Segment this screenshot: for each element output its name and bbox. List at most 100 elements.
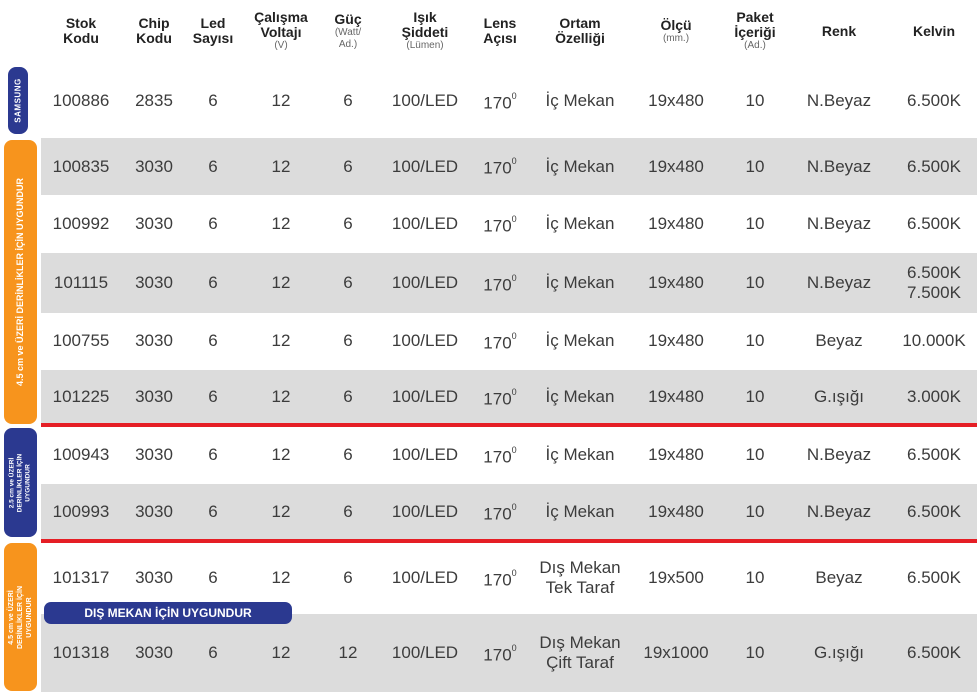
cell-color: N.Beyaz bbox=[806, 214, 872, 233]
cell-package-qty: 10 bbox=[745, 445, 765, 464]
cell-chip-code: 3030 bbox=[135, 156, 173, 176]
header-dimension: Ölçü (mm.) bbox=[630, 0, 722, 62]
cell-color: Beyaz bbox=[815, 331, 863, 350]
cell-power: 6 bbox=[343, 387, 353, 406]
table-row: 101318 3030 6 12 12 100/LED 1700 Dış Mekan Çift … bbox=[41, 614, 977, 692]
cell-package-qty: 10 bbox=[745, 214, 765, 233]
cell-package-qty: 10 bbox=[745, 387, 765, 406]
header-label: Ortam bbox=[559, 15, 601, 31]
cell-chip-code: 3030 bbox=[135, 273, 173, 292]
cell-dimension: 19x480 bbox=[648, 502, 704, 521]
cell-led-count: 6 bbox=[208, 502, 218, 521]
cell-kelvin: 10.000K bbox=[902, 331, 966, 350]
cell-chip-code: 3030 bbox=[135, 643, 173, 662]
group-separator bbox=[41, 423, 977, 427]
cell-stock-code: 101225 bbox=[52, 387, 110, 406]
degree-mark: 0 bbox=[511, 444, 517, 455]
cell-chip-code: 3030 bbox=[135, 331, 173, 350]
cell-kelvin: 6.500K bbox=[907, 643, 961, 662]
outdoor-badge: DIŞ MEKAN İÇİN UYGUNDUR bbox=[44, 602, 292, 624]
cell-luminous-intensity: 100/LED bbox=[391, 387, 459, 406]
cell-environment: İç Mekan bbox=[545, 331, 615, 350]
cell-environment: İç Mekan bbox=[545, 214, 615, 233]
cell-lens-angle: 1700 bbox=[483, 501, 517, 524]
header-label: Çalışma bbox=[254, 9, 308, 25]
header-luminous-intensity: Işık Şiddeti (Lümen) bbox=[377, 0, 473, 62]
cell-voltage: 12 bbox=[271, 214, 291, 233]
header-stock-code: Stok Kodu bbox=[41, 0, 121, 62]
cell-chip-code: 2835 bbox=[135, 91, 173, 110]
header-label: Işık bbox=[413, 9, 437, 25]
header-lens-angle: Lens Açısı bbox=[471, 0, 529, 62]
cell-environment: Dış Mekan Çift Taraf bbox=[539, 633, 621, 672]
cell-kelvin: 6.500K bbox=[907, 214, 961, 233]
cell-kelvin: 6.500K 7.500K bbox=[907, 263, 961, 302]
table-row: 100755 3030 6 12 6 100/LED 1700 İç Mekan 19x480 1… bbox=[41, 313, 977, 369]
cell-voltage: 12 bbox=[271, 331, 291, 350]
cell-kelvin: 6.500K bbox=[907, 91, 961, 110]
degree-mark: 0 bbox=[511, 567, 517, 578]
cell-power: 6 bbox=[343, 568, 353, 587]
cell-voltage: 12 bbox=[271, 502, 291, 521]
cell-chip-code: 3030 bbox=[135, 502, 173, 521]
cell-luminous-intensity: 100/LED bbox=[391, 156, 459, 176]
cell-luminous-intensity: 100/LED bbox=[391, 273, 459, 292]
cell-luminous-intensity: 100/LED bbox=[391, 91, 459, 110]
degree-mark: 0 bbox=[511, 330, 517, 341]
header-label: Chip bbox=[138, 15, 170, 31]
cell-voltage: 12 bbox=[271, 445, 291, 464]
cell-chip-code: 3030 bbox=[135, 387, 173, 406]
cell-color: N.Beyaz bbox=[806, 273, 872, 292]
header-unit: (Ad.) bbox=[744, 40, 766, 51]
cell-power: 6 bbox=[343, 502, 353, 521]
cell-lens-angle: 1700 bbox=[483, 567, 517, 590]
cell-stock-code: 101318 bbox=[52, 643, 110, 662]
cell-power: 12 bbox=[338, 643, 358, 662]
cell-color: N.Beyaz bbox=[806, 156, 872, 176]
cell-lens-angle: 1700 bbox=[483, 272, 517, 295]
group-separator bbox=[41, 539, 977, 543]
cell-lens-angle: 1700 bbox=[483, 330, 517, 353]
cell-luminous-intensity: 100/LED bbox=[391, 445, 459, 464]
cell-environment: Dış Mekan Tek Taraf bbox=[539, 558, 621, 597]
group-label-samsung: SAMSUNG bbox=[8, 67, 28, 134]
cell-dimension: 19x480 bbox=[648, 156, 704, 176]
cell-power: 6 bbox=[343, 91, 353, 110]
cell-led-count: 6 bbox=[208, 156, 218, 176]
cell-power: 6 bbox=[343, 445, 353, 464]
table-row: 100886 2835 6 12 6 100/LED 1700 İç Mekan 19x480 1… bbox=[41, 64, 977, 138]
table-row: 100943 3030 6 12 6 100/LED 1700 İç Mekan 19x480 1… bbox=[41, 427, 977, 483]
cell-color: N.Beyaz bbox=[806, 91, 872, 110]
cell-stock-code: 101115 bbox=[53, 273, 109, 292]
table-row: 100992 3030 6 12 6 100/LED 1700 İç Mekan 19x480 1… bbox=[41, 196, 977, 252]
degree-mark: 0 bbox=[511, 386, 517, 397]
cell-stock-code: 100992 bbox=[52, 214, 110, 233]
cell-kelvin: 6.500K bbox=[907, 445, 961, 464]
cell-power: 6 bbox=[343, 331, 353, 350]
cell-voltage: 12 bbox=[271, 156, 291, 176]
cell-dimension: 19x500 bbox=[648, 568, 704, 587]
degree-mark: 0 bbox=[511, 156, 517, 167]
header-label: Kodu bbox=[136, 30, 172, 46]
header-label: Paket bbox=[736, 9, 774, 25]
cell-luminous-intensity: 100/LED bbox=[391, 568, 459, 587]
degree-mark: 0 bbox=[511, 501, 517, 512]
cell-led-count: 6 bbox=[208, 214, 218, 233]
header-environment: Ortam Özelliği bbox=[530, 0, 630, 62]
header-unit: (Lümen) bbox=[406, 40, 444, 51]
group-label-depth-2-5cm: 2.5 cm ve ÜZERİ DERİNLİKLER İÇİN UYGUNDU… bbox=[4, 428, 37, 537]
cell-lens-angle: 1700 bbox=[483, 444, 517, 467]
degree-mark: 0 bbox=[511, 642, 517, 653]
header-label: Özelliği bbox=[555, 30, 605, 46]
group-label-depth-4-5cm: 4.5 cm ve ÜZERİ DERİNLİKLER İÇİN UYGUNDU… bbox=[4, 140, 37, 424]
cell-package-qty: 10 bbox=[745, 643, 765, 662]
header-label: İçeriği bbox=[734, 24, 776, 40]
cell-voltage: 12 bbox=[271, 91, 291, 110]
cell-kelvin: 3.000K bbox=[907, 387, 961, 406]
table-row: 100993 3030 6 12 6 100/LED 1700 İç Mekan 19x480 1… bbox=[41, 484, 977, 540]
table-row: 101115 3030 6 12 6 100/LED 1700 İç Mekan 19x480 1… bbox=[41, 253, 977, 313]
cell-stock-code: 100755 bbox=[52, 331, 110, 350]
header-voltage: Çalışma Voltajı (V) bbox=[241, 0, 321, 62]
header-label: Led bbox=[200, 15, 226, 31]
cell-lens-angle: 1700 bbox=[483, 213, 517, 236]
